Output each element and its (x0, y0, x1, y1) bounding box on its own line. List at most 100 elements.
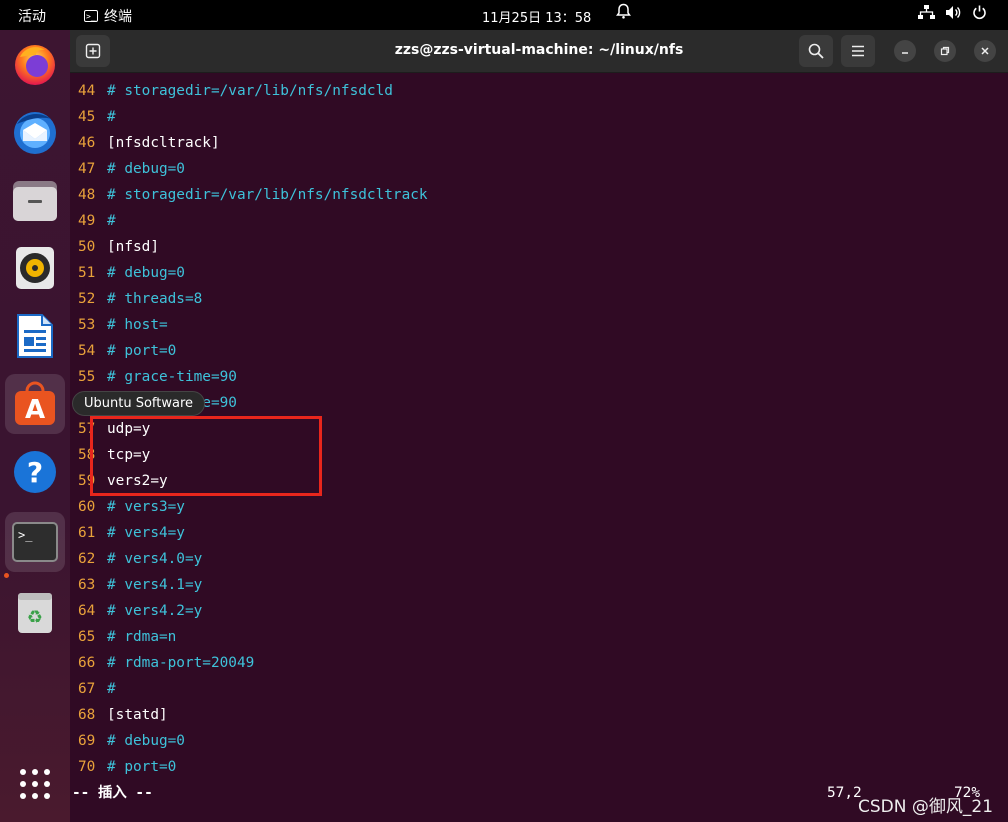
editor-line[interactable]: 68 [statd] (78, 702, 428, 728)
dock-item-help[interactable]: ? (5, 442, 65, 502)
line-text: # storagedir=/var/lib/nfs/nfsdcltrack (107, 187, 428, 203)
line-number: 69 (78, 733, 96, 749)
help-icon: ? (14, 451, 56, 493)
line-text: # debug=0 (107, 733, 185, 749)
svg-text:?: ? (27, 456, 43, 489)
editor-line[interactable]: 63 # vers4.1=y (78, 572, 428, 598)
line-number: 51 (78, 265, 96, 281)
editor-line[interactable]: 66 # rdma-port=20049 (78, 650, 428, 676)
files-icon (13, 181, 57, 221)
app-menu[interactable]: >_ 终端 (84, 6, 132, 26)
line-text: # rdma=n (107, 629, 177, 645)
editor-line[interactable]: 53 # host= (78, 312, 428, 338)
line-text: # (107, 213, 116, 229)
line-text: # threads=8 (107, 291, 203, 307)
line-text: # debug=0 (107, 161, 185, 177)
editor-line[interactable]: 46 [nfsdcltrack] (78, 130, 428, 156)
editor-line[interactable]: 67 # (78, 676, 428, 702)
search-button[interactable] (799, 35, 833, 67)
editor-line[interactable]: 52 # threads=8 (78, 286, 428, 312)
editor-line[interactable]: 50 [nfsd] (78, 234, 428, 260)
line-number: 49 (78, 213, 96, 229)
editor-line[interactable]: 51 # debug=0 (78, 260, 428, 286)
svg-text:♻: ♻ (27, 607, 43, 628)
line-number: 55 (78, 369, 96, 385)
window-headerbar: zzs@zzs-virtual-machine: ~/linux/nfs (70, 30, 1008, 73)
dock-item-trash[interactable]: ♻ (5, 582, 65, 642)
firefox-icon (15, 45, 55, 85)
line-number: 68 (78, 707, 96, 723)
line-number: 46 (78, 135, 96, 151)
editor-line[interactable]: 54 # port=0 (78, 338, 428, 364)
editor-line[interactable]: 69 # debug=0 (78, 728, 428, 754)
system-tray[interactable] (918, 5, 987, 24)
line-text: # port=0 (107, 759, 177, 775)
editor-line[interactable]: 60 # vers3=y (78, 494, 428, 520)
hamburger-icon (852, 45, 864, 57)
top-bar: 活动 >_ 终端 11月25日 13：58 (0, 0, 1008, 30)
line-text: # vers3=y (107, 499, 185, 515)
line-number: 60 (78, 499, 96, 515)
vim-mode: -- 插入 -- (72, 785, 153, 801)
minimize-icon (902, 52, 908, 54)
dock-item-firefox[interactable] (5, 34, 65, 94)
running-indicator (4, 573, 9, 578)
dock-tooltip: Ubuntu Software (72, 391, 206, 416)
dock-item-terminal[interactable]: >_ (5, 512, 65, 572)
line-number: 54 (78, 343, 96, 359)
line-text: [nfsdcltrack] (107, 135, 220, 151)
thunderbird-icon (14, 112, 56, 154)
activities-button[interactable]: 活动 (18, 6, 46, 26)
line-number: 45 (78, 109, 96, 125)
line-text: # port=0 (107, 343, 177, 359)
line-number: 53 (78, 317, 96, 333)
close-icon (981, 47, 989, 55)
editor-line[interactable]: 48 # storagedir=/var/lib/nfs/nfsdcltrack (78, 182, 428, 208)
watermark: CSDN @御风_21 (858, 797, 994, 817)
line-number: 50 (78, 239, 96, 255)
line-number: 63 (78, 577, 96, 593)
editor-line[interactable]: 45 # (78, 104, 428, 130)
menu-button[interactable] (841, 35, 875, 67)
maximize-button[interactable] (934, 40, 956, 62)
editor-line[interactable]: 47 # debug=0 (78, 156, 428, 182)
line-number: 67 (78, 681, 96, 697)
line-number: 62 (78, 551, 96, 567)
volume-icon (945, 5, 962, 24)
dock-item-writer[interactable] (5, 306, 65, 366)
dock-item-ubuntu-software[interactable]: A (5, 374, 65, 434)
editor-line[interactable]: 64 # vers4.2=y (78, 598, 428, 624)
editor-line[interactable]: 70 # port=0 (78, 754, 428, 780)
dock-item-files[interactable] (5, 170, 65, 230)
show-apps-button[interactable] (5, 754, 65, 814)
restore-icon (940, 46, 950, 56)
writer-icon (17, 314, 53, 358)
dock-item-rhythmbox[interactable] (5, 238, 65, 298)
terminal-icon: >_ (12, 522, 58, 562)
line-number: 48 (78, 187, 96, 203)
svg-text:A: A (25, 395, 45, 425)
minimize-button[interactable] (894, 40, 916, 62)
cursor-position: 57,2 (827, 785, 862, 801)
power-icon (972, 5, 987, 24)
line-text: # rdma-port=20049 (107, 655, 255, 671)
line-text: # (107, 681, 116, 697)
line-number: 47 (78, 161, 96, 177)
editor-line[interactable]: 49 # (78, 208, 428, 234)
line-text: # storagedir=/var/lib/nfs/nfsdcld (107, 83, 393, 99)
close-button[interactable] (974, 40, 996, 62)
trash-icon: ♻ (18, 593, 52, 633)
app-grid-icon (20, 769, 50, 799)
search-icon (808, 43, 824, 59)
svg-text:>_: >_ (18, 528, 33, 542)
editor-line[interactable]: 44 # storagedir=/var/lib/nfs/nfsdcld (78, 78, 428, 104)
line-number: 66 (78, 655, 96, 671)
line-text: # host= (107, 317, 168, 333)
editor-line[interactable]: 55 # grace-time=90 (78, 364, 428, 390)
editor-line[interactable]: 61 # vers4=y (78, 520, 428, 546)
dock-item-thunderbird[interactable] (5, 102, 65, 162)
editor-line[interactable]: 62 # vers4.0=y (78, 546, 428, 572)
editor-line[interactable]: 65 # rdma=n (78, 624, 428, 650)
clock[interactable]: 11月25日 13：58 (482, 7, 591, 26)
bell-icon[interactable] (616, 3, 631, 24)
